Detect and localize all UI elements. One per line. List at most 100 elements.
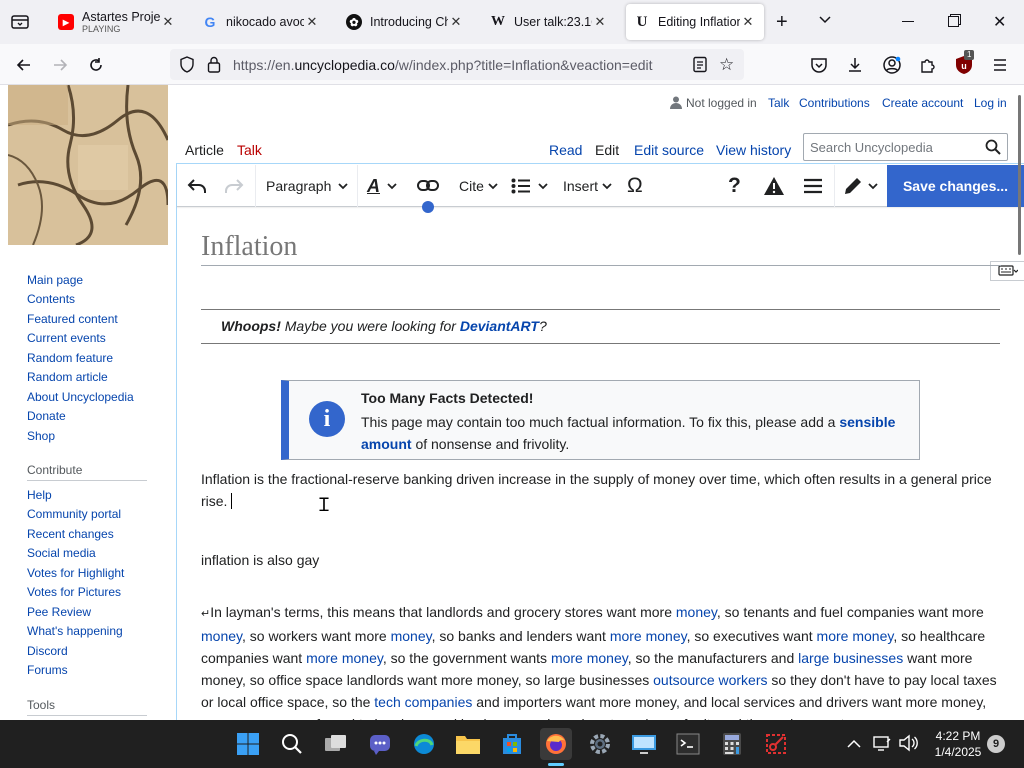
ublock-origin-icon[interactable]: u 1 — [951, 50, 977, 78]
close-window-icon[interactable]: ✕ — [993, 12, 1006, 32]
remote-desktop-icon[interactable] — [628, 728, 660, 760]
close-tab-icon[interactable]: ✕ — [592, 14, 608, 30]
network-icon[interactable] — [873, 734, 891, 755]
second-paragraph[interactable]: inflation is also gay — [201, 549, 1001, 571]
sidebar-item-random-feature[interactable]: Random feature — [27, 351, 113, 365]
keyboard-icon[interactable] — [990, 261, 1024, 281]
talk-link[interactable]: Talk — [768, 96, 789, 110]
log-in-link[interactable]: Log in — [974, 96, 1007, 110]
system-clock[interactable]: 4:22 PM 1/4/2025 — [930, 728, 986, 760]
tab-view-history[interactable]: View history — [716, 142, 791, 158]
sidebar-item-social-media[interactable]: Social media — [27, 546, 96, 560]
minimize-icon[interactable] — [902, 21, 914, 22]
microsoft-store-icon[interactable] — [496, 728, 528, 760]
terminal-icon[interactable] — [672, 728, 704, 760]
outsource-workers-link[interactable]: outsource workers — [653, 672, 767, 688]
downloads-icon[interactable] — [842, 52, 868, 78]
edit-mode-dropdown[interactable] — [843, 165, 879, 207]
search-icon[interactable] — [276, 728, 308, 760]
edge-icon[interactable] — [408, 728, 440, 760]
settings-icon[interactable] — [584, 728, 616, 760]
maximize-icon[interactable] — [948, 16, 959, 27]
close-tab-icon[interactable]: ✕ — [740, 14, 756, 30]
notification-badge[interactable]: 9 — [987, 735, 1005, 753]
tab-wikipedia[interactable]: W User talk:23.162. ✕ — [482, 4, 616, 40]
new-tab-icon[interactable]: + — [776, 11, 788, 34]
reader-view-icon[interactable] — [692, 56, 708, 76]
teams-icon[interactable] — [364, 728, 396, 760]
start-icon[interactable] — [232, 728, 264, 760]
tab-read[interactable]: Read — [549, 142, 582, 158]
create-account-link[interactable]: Create account — [882, 96, 963, 110]
list-tabs-icon[interactable] — [817, 11, 833, 30]
warning-icon[interactable] — [763, 165, 785, 207]
paragraph-format-dropdown[interactable]: Paragraph — [266, 165, 349, 207]
third-paragraph[interactable]: ↵In layman's terms, this means that land… — [201, 601, 1001, 720]
sidebar-item-main-page[interactable]: Main page — [27, 273, 83, 287]
tab-talk[interactable]: Talk — [237, 142, 262, 158]
sidebar-item-pee-review[interactable]: Pee Review — [27, 605, 91, 619]
sidebar-item-forums[interactable]: Forums — [27, 663, 68, 677]
too-many-facts-notice[interactable]: i Too Many Facts Detected! This page may… — [281, 380, 920, 460]
tracking-protection-icon[interactable] — [179, 56, 195, 76]
reload-icon[interactable] — [83, 52, 109, 78]
sidebar-item-help[interactable]: Help — [27, 488, 52, 502]
undo-icon[interactable] — [187, 165, 209, 207]
special-character-icon[interactable]: Ω — [627, 165, 643, 207]
sidebar-item-featured-content[interactable]: Featured content — [27, 312, 118, 326]
sidebar-item-shop[interactable]: Shop — [27, 429, 55, 443]
sidebar-item-votes-for-highlight[interactable]: Votes for Highlight — [27, 566, 124, 580]
site-logo[interactable] — [8, 85, 168, 245]
more-money-link[interactable]: more money — [306, 650, 383, 666]
scrollbar-thumb[interactable] — [1018, 95, 1021, 255]
tab-overview-icon[interactable] — [10, 12, 30, 32]
sidebar-item-community-portal[interactable]: Community portal — [27, 507, 121, 521]
tab-youtube[interactable]: ▶ Astartes ProjectPLAYING ✕ — [50, 4, 184, 40]
sidebar-item-random-article[interactable]: Random article — [27, 370, 108, 384]
tech-companies-link[interactable]: tech companies — [374, 694, 472, 710]
sidebar-item-whats-happening[interactable]: What's happening — [27, 624, 123, 638]
tab-uncyclopedia[interactable]: U Editing Inflation ✕ — [626, 4, 764, 40]
show-hidden-icons-icon[interactable] — [847, 737, 861, 752]
list-dropdown[interactable] — [511, 165, 549, 207]
contributions-link[interactable]: Contributions — [799, 96, 870, 110]
calculator-icon[interactable] — [716, 728, 748, 760]
tab-article[interactable]: Article — [185, 142, 224, 158]
save-changes-button[interactable]: Save changes... — [887, 165, 1024, 207]
sidebar-item-contents[interactable]: Contents — [27, 292, 75, 306]
more-money-link[interactable]: more money — [610, 628, 687, 644]
pocket-icon[interactable] — [806, 52, 832, 78]
sidebar-item-recent-changes[interactable]: Recent changes — [27, 527, 114, 541]
tab-edit[interactable]: Edit — [595, 142, 619, 158]
whoops-hatnote[interactable]: Whoops! Maybe you were looking for Devia… — [201, 309, 1000, 344]
cite-dropdown[interactable]: Cite — [459, 165, 499, 207]
lock-icon[interactable] — [207, 56, 221, 76]
tab-openai[interactable]: ✿ Introducing Cha ✕ — [338, 4, 472, 40]
task-view-icon[interactable] — [320, 728, 352, 760]
money-link[interactable]: money — [201, 628, 242, 644]
snipping-tool-icon[interactable] — [760, 728, 792, 760]
text-style-dropdown[interactable]: A — [367, 165, 398, 207]
sidebar-item-donate[interactable]: Donate — [27, 409, 66, 423]
sidebar-item-current-events[interactable]: Current events — [27, 331, 106, 345]
sidebar-item-about[interactable]: About Uncyclopedia — [27, 390, 134, 404]
page-options-icon[interactable] — [803, 165, 823, 207]
search-icon[interactable] — [985, 139, 1001, 158]
firefox-icon[interactable] — [540, 728, 572, 760]
close-tab-icon[interactable]: ✕ — [304, 14, 320, 30]
tab-google[interactable]: G nikocado avoca ✕ — [194, 4, 328, 40]
menu-icon[interactable] — [987, 52, 1013, 78]
insert-dropdown[interactable]: Insert — [563, 165, 613, 207]
extensions-icon[interactable] — [915, 52, 941, 78]
address-bar[interactable]: https://en.uncyclopedia.co/w/index.php?t… — [170, 49, 744, 80]
sidebar-item-discord[interactable]: Discord — [27, 644, 68, 658]
large-businesses-link[interactable]: large businesses — [798, 650, 903, 666]
money-link[interactable]: money — [391, 628, 432, 644]
sidebar-item-votes-for-pictures[interactable]: Votes for Pictures — [27, 585, 121, 599]
search-input[interactable]: Search Uncyclopedia — [803, 133, 1008, 161]
bookmark-star-icon[interactable]: ☆ — [719, 55, 734, 75]
close-tab-icon[interactable]: ✕ — [160, 14, 176, 30]
close-tab-icon[interactable]: ✕ — [448, 14, 464, 30]
money-link[interactable]: money — [676, 604, 717, 620]
more-money-link[interactable]: more money — [817, 628, 894, 644]
